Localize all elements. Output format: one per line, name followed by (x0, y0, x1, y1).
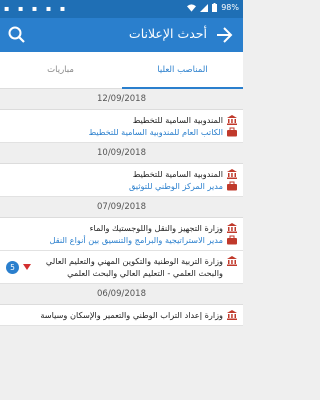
list-item[interactable]: وزارة التجهيز والنقل واللوجستيك والماء م… (0, 218, 243, 251)
institution-icon (227, 115, 237, 125)
org-line: وزارة إعداد التراب الوطني والتعمير والإس… (6, 309, 237, 321)
status-right: 98% (187, 3, 239, 12)
signal-icon (200, 3, 209, 12)
app-bar: أحدث الإعلانات (0, 18, 243, 52)
position-name: مدير المركز الوطني للتوثيق (128, 181, 223, 191)
org-line: المندوبية السامية للتخطيط (6, 168, 237, 180)
institution-icon (227, 256, 237, 266)
status-bar: ▪ ▪ ▪ ▪ ▪ 98% (0, 0, 243, 18)
institution-icon (227, 310, 237, 320)
org-line: وزارة التربية الوطنية والتكوين المهني وا… (34, 255, 237, 279)
org-line: المندوبية السامية للتخطيط (6, 114, 237, 126)
briefcase-icon (227, 127, 237, 137)
position-line: الكاتب العام للمندوبية السامية للتخطيط (6, 126, 237, 138)
org-name: وزارة التجهيز والنقل واللوجستيك والماء (89, 223, 223, 233)
position-line: مدير الاستراتيجية والبرامج والتنسيق بين … (6, 234, 237, 246)
page-title: أحدث الإعلانات (128, 26, 207, 41)
list-item[interactable]: وزارة إعداد التراب الوطني والتعمير والإس… (0, 305, 243, 326)
position-line: مدير المركز الوطني للتوثيق (6, 180, 237, 192)
list-item[interactable]: المندوبية السامية للتخطيط الكاتب العام ل… (0, 110, 243, 143)
org-line: وزارة التجهيز والنقل واللوجستيك والماء (6, 222, 237, 234)
briefcase-icon (227, 181, 237, 191)
institution-icon (227, 169, 237, 179)
org-name: المندوبية السامية للتخطيط (132, 169, 223, 179)
tab-senior-positions[interactable]: المناصب العليا (122, 52, 243, 88)
org-name: المندوبية السامية للتخطيط (132, 115, 223, 125)
battery-text: 98% (221, 3, 239, 12)
position-name: مدير الاستراتيجية والبرامج والتنسيق بين … (49, 235, 224, 245)
list-item[interactable]: وزارة التربية الوطنية والتكوين المهني وا… (0, 251, 243, 284)
list-item[interactable]: المندوبية السامية للتخطيط مدير المركز ال… (0, 164, 243, 197)
institution-icon (227, 223, 237, 233)
org-name: وزارة التربية الوطنية والتكوين المهني وا… (45, 256, 223, 278)
notification-icons: ▪ ▪ ▪ ▪ ▪ (4, 4, 69, 13)
tab-competitions[interactable]: مباريات (0, 52, 121, 88)
date-header: 07/09/2018 (0, 197, 243, 218)
date-header: 06/09/2018 (0, 284, 243, 305)
count-badge[interactable]: 5 (6, 261, 19, 274)
date-header: 12/09/2018 (0, 89, 243, 110)
org-name: وزارة إعداد التراب الوطني والتعمير والإس… (40, 310, 223, 320)
date-header: 10/09/2018 (0, 143, 243, 164)
announcement-list: 12/09/2018 المندوبية السامية للتخطيط الك… (0, 89, 243, 326)
position-name: الكاتب العام للمندوبية السامية للتخطيط (88, 127, 223, 137)
expand-arrow-icon[interactable] (23, 264, 31, 270)
battery-icon (212, 3, 218, 12)
wifi-icon (187, 3, 197, 12)
tab-bar: المناصب العليا مباريات (0, 52, 243, 89)
briefcase-icon (227, 235, 237, 245)
back-arrow-icon[interactable] (213, 24, 235, 46)
search-icon[interactable] (7, 25, 27, 45)
